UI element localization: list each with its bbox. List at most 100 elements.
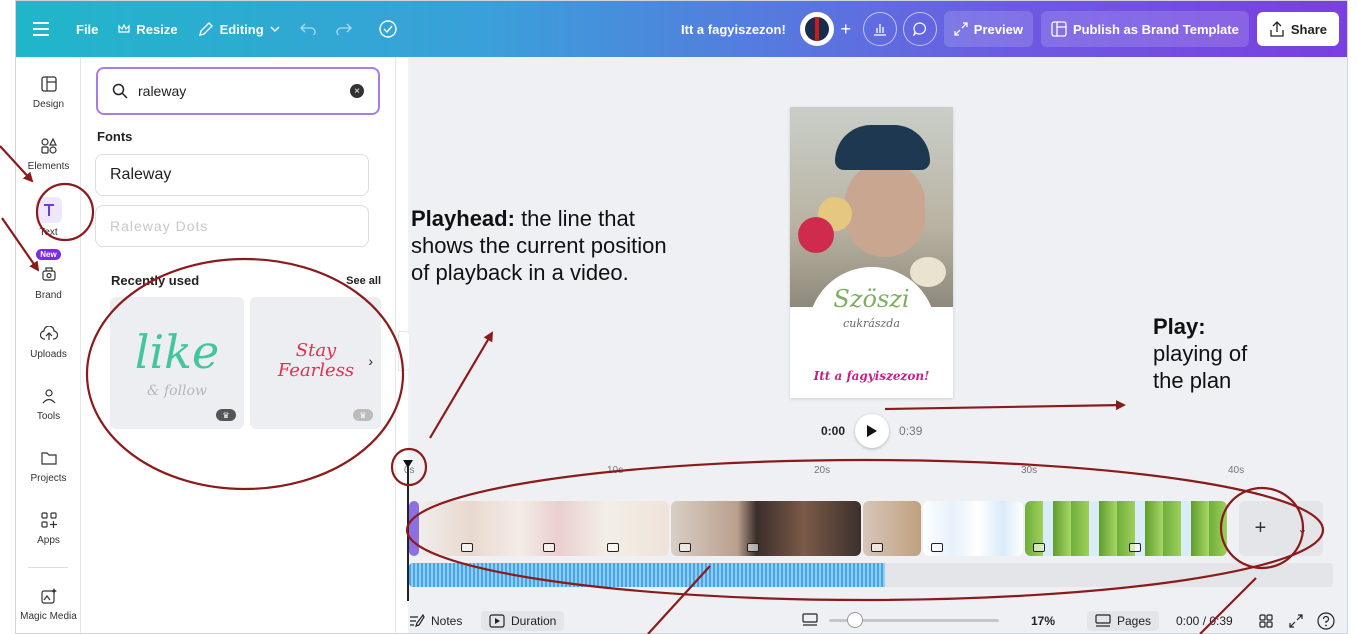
app-window: File Resize Editing Itt a fagyiszezon! +… bbox=[15, 0, 1348, 634]
poster-logo-main: Szöszi bbox=[833, 285, 910, 313]
rail-label: Elements bbox=[27, 161, 70, 172]
clip-logo[interactable] bbox=[863, 501, 921, 556]
recent-sub-text: & follow bbox=[147, 383, 207, 399]
rail-item-brand[interactable]: New Brand bbox=[16, 249, 81, 301]
playhead-annotation-line: the line that bbox=[521, 206, 635, 231]
track-start-handle[interactable] bbox=[409, 501, 419, 556]
search-input[interactable]: raleway × bbox=[96, 67, 380, 115]
playhead-line[interactable] bbox=[407, 467, 409, 601]
rail-label: Uploads bbox=[30, 349, 67, 360]
help-icon[interactable] bbox=[1317, 612, 1335, 630]
font-option-raleway[interactable]: Raleway bbox=[95, 154, 369, 196]
search-icon bbox=[112, 83, 128, 99]
zoom-value[interactable]: 17% bbox=[1031, 614, 1055, 628]
resize-button[interactable]: Resize bbox=[108, 11, 187, 47]
preview-button[interactable]: Preview bbox=[943, 11, 1033, 47]
audio-track[interactable] bbox=[409, 563, 1333, 587]
add-collaborator-button[interactable]: + bbox=[836, 12, 856, 46]
playhead-handle[interactable] bbox=[402, 459, 414, 469]
notes-icon bbox=[409, 614, 425, 628]
tick-label: 30s bbox=[1021, 465, 1038, 476]
video-track bbox=[409, 501, 1231, 556]
notes-label: Notes bbox=[431, 614, 463, 628]
comment-button[interactable] bbox=[900, 11, 940, 47]
timeline-ruler[interactable]: 0s 10s 20s 30s 40s bbox=[401, 463, 1321, 483]
recent-text-stay-fearless[interactable]: Stay Fearless › ♛ bbox=[250, 297, 381, 429]
add-page-button[interactable]: + ⌄ bbox=[1239, 501, 1323, 556]
rail-item-projects[interactable]: Projects bbox=[16, 447, 81, 484]
elements-icon bbox=[38, 135, 60, 157]
editing-label: Editing bbox=[219, 21, 264, 37]
design-page[interactable]: Szöszi cukrászda Itt a fagyiszezon! bbox=[790, 107, 953, 398]
share-button[interactable]: Share bbox=[1256, 12, 1339, 46]
recently-used-heading: Recently used bbox=[111, 273, 200, 288]
apps-icon bbox=[38, 509, 60, 531]
plus-icon: + bbox=[1254, 517, 1267, 539]
font-name: Raleway bbox=[110, 166, 172, 183]
rail-label: Tools bbox=[36, 411, 61, 422]
play-button[interactable] bbox=[855, 414, 890, 448]
play-annotation-line: the plan bbox=[1153, 368, 1232, 393]
pages-button[interactable]: Pages bbox=[1087, 611, 1160, 631]
insights-button[interactable] bbox=[860, 11, 900, 47]
crown-icon bbox=[118, 24, 131, 34]
see-all-link[interactable]: See all bbox=[346, 275, 381, 287]
grid-view-icon[interactable] bbox=[1259, 614, 1273, 628]
undo-button[interactable] bbox=[290, 11, 326, 47]
chevron-down-icon[interactable]: ⌄ bbox=[1297, 522, 1307, 536]
tick-label: 40s bbox=[1228, 465, 1245, 476]
duration-icon bbox=[489, 614, 505, 628]
playhead-annotation: Playhead: the line that shows the curren… bbox=[411, 205, 667, 286]
template-icon bbox=[1051, 21, 1067, 37]
clip-ice-cream[interactable] bbox=[421, 501, 669, 556]
undo-icon bbox=[299, 23, 316, 35]
chevron-right-icon[interactable]: › bbox=[368, 353, 373, 369]
redo-button[interactable] bbox=[326, 11, 362, 47]
rail-label: Design bbox=[32, 99, 65, 110]
hamburger-icon bbox=[33, 22, 49, 36]
rail-item-apps[interactable]: Apps bbox=[16, 509, 81, 546]
rail-item-elements[interactable]: Elements bbox=[16, 135, 81, 172]
duration-button[interactable]: Duration bbox=[481, 611, 565, 631]
rail-item-uploads[interactable]: Uploads bbox=[16, 323, 81, 360]
clip-butterfly[interactable] bbox=[923, 501, 1023, 556]
preview-label: Preview bbox=[973, 21, 1023, 37]
zoom-slider-handle[interactable] bbox=[847, 612, 863, 628]
rail-label: Apps bbox=[37, 535, 60, 546]
save-status-button[interactable] bbox=[368, 11, 408, 47]
collaborators[interactable]: + bbox=[796, 11, 860, 47]
rail-item-text[interactable]: Text bbox=[16, 197, 81, 238]
avatar bbox=[799, 12, 834, 46]
tick-label: 10s bbox=[607, 465, 624, 476]
file-menu[interactable]: File bbox=[66, 11, 108, 47]
recent-text-like[interactable]: like & follow ♛ bbox=[110, 297, 244, 429]
design-icon bbox=[38, 73, 60, 95]
play-annotation-line: playing of bbox=[1153, 341, 1248, 366]
file-label: File bbox=[76, 21, 99, 37]
publish-brand-template-button[interactable]: Publish as Brand Template bbox=[1040, 11, 1249, 47]
clip-child[interactable] bbox=[671, 501, 861, 556]
rail-item-tools[interactable]: Tools bbox=[16, 385, 81, 422]
rail-item-magic-media[interactable]: Magic Media bbox=[16, 585, 81, 622]
redo-icon bbox=[336, 23, 352, 35]
brand-icon bbox=[38, 262, 60, 284]
upload-icon bbox=[38, 323, 60, 345]
play-annotation: Play: playing of the plan bbox=[1153, 313, 1247, 394]
clip-bamboo[interactable] bbox=[1025, 501, 1227, 556]
folder-icon bbox=[38, 447, 60, 469]
poster-slogan: Itt a fagyiszezon! bbox=[813, 369, 930, 383]
tick-label: 20s bbox=[814, 465, 831, 476]
clear-search-button[interactable]: × bbox=[350, 84, 364, 98]
publish-label: Publish as Brand Template bbox=[1072, 21, 1239, 37]
rail-item-design[interactable]: Design bbox=[16, 73, 81, 110]
page-view-icon[interactable] bbox=[802, 612, 818, 628]
notes-button[interactable]: Notes bbox=[409, 614, 462, 628]
document-title-text: Itt a fagyiszezon! bbox=[681, 21, 786, 37]
fullscreen-icon[interactable] bbox=[1289, 614, 1303, 628]
font-option-raleway-dots[interactable]: Raleway Dots bbox=[95, 205, 369, 247]
editing-dropdown[interactable]: Editing bbox=[188, 11, 290, 47]
poster-logo-sub: cukrászda bbox=[843, 317, 900, 330]
document-title[interactable]: Itt a fagyiszezon! bbox=[671, 11, 796, 47]
play-icon bbox=[867, 425, 878, 437]
menu-button[interactable] bbox=[16, 11, 66, 47]
